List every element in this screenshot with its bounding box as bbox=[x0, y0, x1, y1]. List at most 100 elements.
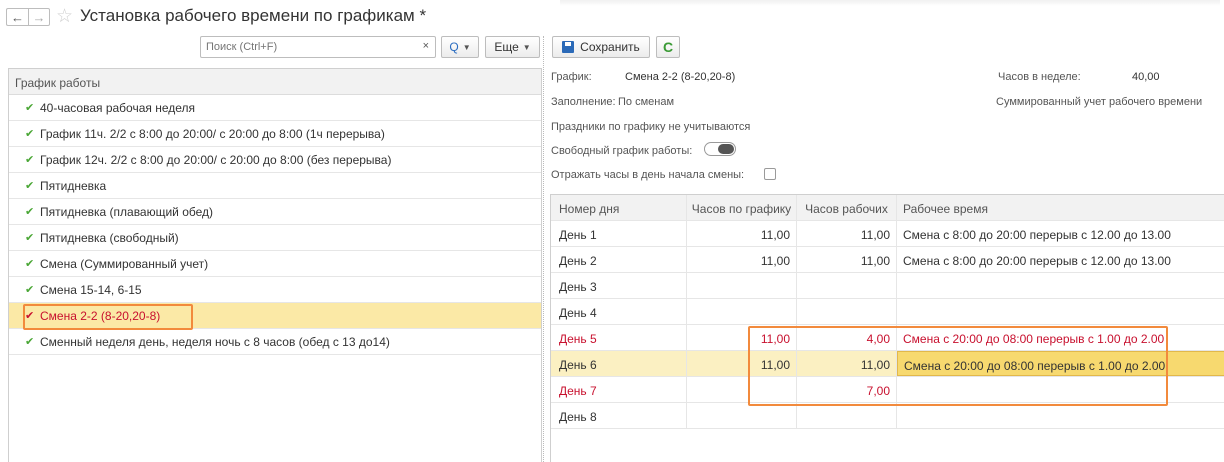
cell-working[interactable]: 11,00 bbox=[797, 247, 897, 272]
checkmark-icon: ✔ bbox=[25, 102, 35, 114]
holidays-note: Праздники по графику не учитываются bbox=[551, 121, 751, 133]
cell-day[interactable]: День 7 bbox=[551, 377, 687, 402]
save-button[interactable]: Сохранить bbox=[552, 36, 650, 58]
cell-day[interactable]: День 2 bbox=[551, 247, 687, 272]
cell-day[interactable]: День 5 bbox=[551, 325, 687, 350]
list-item[interactable]: ✔ График 12ч. 2/2 с 8:00 до 20:00/ с 20:0… bbox=[9, 147, 541, 173]
cell-day[interactable]: День 1 bbox=[551, 221, 687, 246]
table-row[interactable]: День 4 bbox=[551, 299, 1224, 325]
schedule-value[interactable]: Смена 2-2 (8-20,20-8) bbox=[625, 71, 735, 83]
checkmark-icon: ✔ bbox=[25, 336, 35, 348]
cell-scheduled[interactable] bbox=[687, 273, 797, 298]
cell-working[interactable]: 7,00 bbox=[797, 377, 897, 402]
free-schedule-toggle[interactable] bbox=[704, 142, 736, 156]
list-item[interactable]: ✔ Пятидневка bbox=[9, 173, 541, 199]
cell-day[interactable]: День 3 bbox=[551, 273, 687, 298]
search-input[interactable] bbox=[201, 37, 411, 57]
column-header-scheduled[interactable]: Часов по графику bbox=[687, 195, 797, 220]
cell-scheduled[interactable] bbox=[687, 403, 797, 428]
cell-day[interactable]: День 6 bbox=[551, 351, 687, 376]
cell-working[interactable]: 11,00 bbox=[797, 221, 897, 246]
reflect-hours-checkbox[interactable] bbox=[764, 168, 776, 180]
hours-week-value: 40,00 bbox=[1132, 71, 1160, 83]
days-table: Номер дня Часов по графику Часов рабочих… bbox=[550, 194, 1224, 462]
cell-time[interactable] bbox=[897, 377, 1224, 402]
fill-label: Заполнение: bbox=[551, 96, 616, 108]
schedules-list: График работы ✔ 40-часовая рабочая неделя… bbox=[8, 68, 542, 462]
list-item[interactable]: ✔ Смена 15-14, 6-15 bbox=[9, 277, 541, 303]
list-item[interactable]: ✔ 40-часовая рабочая неделя bbox=[9, 95, 541, 121]
checkmark-icon: ✔ bbox=[25, 284, 35, 296]
cell-working[interactable] bbox=[797, 403, 897, 428]
table-row[interactable]: День 3 bbox=[551, 273, 1224, 299]
hours-week-label: Часов в неделе: bbox=[998, 71, 1081, 83]
cell-working[interactable]: 4,00 bbox=[797, 325, 897, 350]
arrow-right-icon: → bbox=[32, 9, 46, 25]
cell-scheduled[interactable]: 11,00 bbox=[687, 351, 797, 376]
column-header-working[interactable]: Часов рабочих bbox=[797, 195, 897, 220]
column-header-time[interactable]: Рабочее время bbox=[897, 195, 1224, 220]
clear-search-icon[interactable]: × bbox=[423, 40, 429, 52]
fill-value: По сменам bbox=[618, 96, 675, 108]
list-item[interactable]: ✔ Сменный неделя день, неделя ночь с 8 ча… bbox=[9, 329, 541, 355]
cell-working[interactable]: 11,00 bbox=[797, 351, 897, 376]
schedule-label: График: bbox=[551, 71, 592, 83]
list-item[interactable]: ✔ График 11ч. 2/2 с 8:00 до 20:00/ с 20:0… bbox=[9, 121, 541, 147]
list-item-label: График 12ч. 2/2 с 8:00 до 20:00/ с 20:00… bbox=[40, 152, 392, 167]
table-header: Номер дня Часов по графику Часов рабочих… bbox=[551, 195, 1224, 221]
page-title: Установка рабочего времени по графикам * bbox=[80, 6, 427, 25]
table-row[interactable]: День 5 11,00 4,00 Смена с 20:00 до 08:00 пе… bbox=[551, 325, 1224, 351]
list-item-label: Пятидневка (свободный) bbox=[40, 230, 179, 245]
search-box[interactable]: × bbox=[200, 36, 436, 58]
list-item-label: Сменный неделя день, неделя ночь с 8 час… bbox=[40, 334, 390, 349]
cell-scheduled[interactable] bbox=[687, 377, 797, 402]
save-disk-icon bbox=[562, 41, 575, 53]
list-item-label: 40-часовая рабочая неделя bbox=[40, 100, 196, 115]
list-item-label: Смена (Суммированный учет) bbox=[40, 256, 209, 271]
cell-time[interactable] bbox=[897, 273, 1224, 298]
search-icon: Q bbox=[449, 40, 459, 54]
free-schedule-label: Свободный график работы: bbox=[551, 145, 693, 157]
table-row[interactable]: День 8 bbox=[551, 403, 1224, 429]
table-row[interactable]: День 2 11,00 11,00 Смена с 8:00 до 20:00 пе… bbox=[551, 247, 1224, 273]
save-label: Сохранить bbox=[580, 40, 640, 54]
checkmark-icon: ✔ bbox=[25, 232, 35, 244]
list-item[interactable]: ✔ Пятидневка (свободный) bbox=[9, 225, 541, 251]
arrow-left-icon: ← bbox=[11, 9, 24, 25]
reflect-hours-label: Отражать часы в день начала смены: bbox=[551, 169, 745, 181]
list-item[interactable]: ✔ Пятидневка (плавающий обед) bbox=[9, 199, 541, 225]
list-item-label: Смена 15-14, 6-15 bbox=[40, 282, 142, 297]
cell-time[interactable] bbox=[897, 299, 1224, 324]
list-item[interactable]: ✔ Смена 2-2 (8-20,20-8) bbox=[9, 303, 541, 329]
table-row[interactable]: День 1 11,00 11,00 Смена с 8:00 до 20:00 пе… bbox=[551, 221, 1224, 247]
checkmark-icon: ✔ bbox=[25, 128, 35, 140]
cell-time[interactable]: Смена с 8:00 до 20:00 перерыв с 12.00 до… bbox=[897, 247, 1224, 272]
cell-scheduled[interactable]: 11,00 bbox=[687, 325, 797, 350]
cell-time[interactable]: Смена с 20:00 до 08:00 перерыв с 1.00 до… bbox=[897, 351, 1224, 376]
table-row[interactable]: День 7 7,00 bbox=[551, 377, 1224, 403]
favorite-star-icon[interactable]: ☆ bbox=[56, 5, 73, 28]
cell-time[interactable]: Смена с 8:00 до 20:00 перерыв с 12.00 до… bbox=[897, 221, 1224, 246]
cell-time[interactable]: Смена с 20:00 до 08:00 перерыв с 1.00 до… bbox=[897, 325, 1224, 350]
list-item[interactable]: ✔ Смена (Суммированный учет) bbox=[9, 251, 541, 277]
back-button[interactable]: ← bbox=[6, 8, 28, 26]
chevron-down-icon: ▼ bbox=[462, 42, 471, 52]
cell-working[interactable] bbox=[797, 273, 897, 298]
column-header-day[interactable]: Номер дня bbox=[551, 195, 687, 220]
search-button[interactable]: Q ▼ bbox=[441, 36, 479, 58]
cell-day[interactable]: День 8 bbox=[551, 403, 687, 428]
forward-button[interactable]: → bbox=[28, 8, 50, 26]
more-button[interactable]: Еще ▼ bbox=[485, 36, 540, 58]
panel-splitter[interactable] bbox=[543, 36, 545, 462]
cell-day[interactable]: День 4 bbox=[551, 299, 687, 324]
table-row[interactable]: День 6 11,00 11,00 Смена с 20:00 до 08:00 п… bbox=[551, 351, 1224, 377]
chevron-down-icon: ▼ bbox=[522, 42, 531, 52]
cell-scheduled[interactable]: 11,00 bbox=[687, 247, 797, 272]
cell-scheduled[interactable]: 11,00 bbox=[687, 221, 797, 246]
cell-time[interactable] bbox=[897, 403, 1224, 428]
cell-working[interactable] bbox=[797, 299, 897, 324]
refresh-icon: C bbox=[662, 39, 674, 55]
list-item-label: Пятидневка (плавающий обед) bbox=[40, 204, 214, 219]
refresh-button[interactable]: C bbox=[656, 36, 680, 58]
cell-scheduled[interactable] bbox=[687, 299, 797, 324]
